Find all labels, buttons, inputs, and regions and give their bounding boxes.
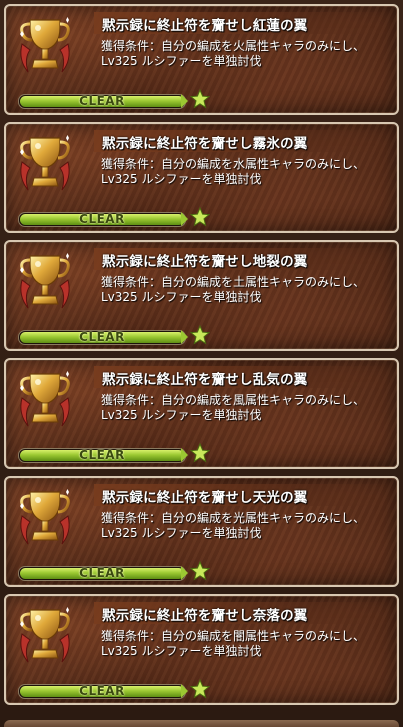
star-icon	[190, 89, 210, 109]
achievement-title: 黙示録に終止符を齎せし奈落の翼	[102, 608, 308, 624]
condition-line-2: Lv325 ルシファーを単独討伐	[101, 172, 262, 186]
condition-line-1: 獲得条件：自分の編成を闇属性キャラのみにし、	[101, 629, 366, 643]
star-icon	[190, 679, 210, 699]
achievement-card[interactable]: 黙示録に終止符を齎せし奈落の翼 獲得条件：自分の編成を闇属性キャラのみにし、 L…	[4, 594, 399, 705]
condition-line-2: Lv325 ルシファーを単独討伐	[101, 54, 262, 68]
condition-line-1: 獲得条件：自分の編成を土属性キャラのみにし、	[101, 275, 366, 289]
achievement-card[interactable]: 黙示録に終止符を齎せし霧氷の翼 獲得条件：自分の編成を水属性キャラのみにし、 L…	[4, 122, 399, 233]
achievement-condition: 獲得条件：自分の編成を水属性キャラのみにし、 Lv325 ルシファーを単独討伐	[101, 157, 393, 187]
condition-line-1: 獲得条件：自分の編成を光属性キャラのみにし、	[101, 511, 366, 525]
achievement-card[interactable]: 黙示録に終止符を齎せし天光の翼 獲得条件：自分の編成を光属性キャラのみにし、 L…	[4, 476, 399, 587]
gauge-arrow-icon	[181, 94, 188, 108]
gauge-arrow-icon	[181, 212, 188, 226]
gauge-arrow-icon	[181, 566, 188, 580]
clear-label: CLEAR	[79, 684, 125, 698]
condition-line-1: 獲得条件：自分の編成を風属性キャラのみにし、	[101, 393, 366, 407]
achievement-card[interactable]: 黙示録に終止符を齎せし乱気の翼 獲得条件：自分の編成を風属性キャラのみにし、 L…	[4, 358, 399, 469]
achievement-title: 黙示録に終止符を齎せし地裂の翼	[102, 254, 308, 270]
star-icon	[190, 443, 210, 463]
gauge-arrow-icon	[181, 684, 188, 698]
star-icon	[190, 207, 210, 227]
achievement-title: 黙示録に終止符を齎せし天光の翼	[102, 490, 308, 506]
trophy-icon	[20, 253, 70, 309]
condition-line-2: Lv325 ルシファーを単独討伐	[101, 290, 262, 304]
trophy-icon	[20, 17, 70, 73]
trophy-icon	[20, 371, 70, 427]
condition-line-2: Lv325 ルシファーを単独討伐	[101, 408, 262, 422]
achievement-condition: 獲得条件：自分の編成を風属性キャラのみにし、 Lv325 ルシファーを単独討伐	[101, 393, 393, 423]
achievement-condition: 獲得条件：自分の編成を闇属性キャラのみにし、 Lv325 ルシファーを単独討伐	[101, 629, 393, 659]
achievement-title: 黙示録に終止符を齎せし紅蓮の翼	[102, 18, 308, 34]
clear-label: CLEAR	[79, 330, 125, 344]
achievement-title: 黙示録に終止符を齎せし乱気の翼	[102, 372, 308, 388]
gauge-arrow-icon	[181, 330, 188, 344]
clear-label: CLEAR	[79, 566, 125, 580]
achievement-title: 黙示録に終止符を齎せし霧氷の翼	[102, 136, 308, 152]
trophy-icon	[20, 607, 70, 663]
gauge-arrow-icon	[181, 448, 188, 462]
achievement-condition: 獲得条件：自分の編成を土属性キャラのみにし、 Lv325 ルシファーを単独討伐	[101, 275, 393, 305]
progress-gauge: CLEAR	[18, 212, 186, 227]
progress-gauge: CLEAR	[18, 94, 186, 109]
progress-gauge: CLEAR	[18, 566, 186, 581]
achievement-card[interactable]: 黙示録に終止符を齎せし地裂の翼 獲得条件：自分の編成を土属性キャラのみにし、 L…	[4, 240, 399, 351]
achievement-condition: 獲得条件：自分の編成を火属性キャラのみにし、 Lv325 ルシファーを単独討伐	[101, 39, 393, 69]
condition-line-1: 獲得条件：自分の編成を火属性キャラのみにし、	[101, 39, 366, 53]
progress-gauge: CLEAR	[18, 448, 186, 463]
clear-label: CLEAR	[79, 212, 125, 226]
star-icon	[190, 561, 210, 581]
condition-line-1: 獲得条件：自分の編成を水属性キャラのみにし、	[101, 157, 366, 171]
clear-label: CLEAR	[79, 94, 125, 108]
condition-line-2: Lv325 ルシファーを単独討伐	[101, 526, 262, 540]
star-icon	[190, 325, 210, 345]
clear-label: CLEAR	[79, 448, 125, 462]
achievement-condition: 獲得条件：自分の編成を光属性キャラのみにし、 Lv325 ルシファーを単独討伐	[101, 511, 393, 541]
achievement-list: 黙示録に終止符を齎せし紅蓮の翼 獲得条件：自分の編成を火属性キャラのみにし、 L…	[0, 0, 403, 727]
achievement-card[interactable]: 黙示録に終止符を齎せし紅蓮の翼 獲得条件：自分の編成を火属性キャラのみにし、 L…	[4, 4, 399, 115]
trophy-icon	[20, 135, 70, 191]
progress-gauge: CLEAR	[18, 330, 186, 345]
condition-line-2: Lv325 ルシファーを単独討伐	[101, 644, 262, 658]
next-card-edge	[4, 720, 399, 727]
trophy-icon	[20, 489, 70, 545]
progress-gauge: CLEAR	[18, 684, 186, 699]
